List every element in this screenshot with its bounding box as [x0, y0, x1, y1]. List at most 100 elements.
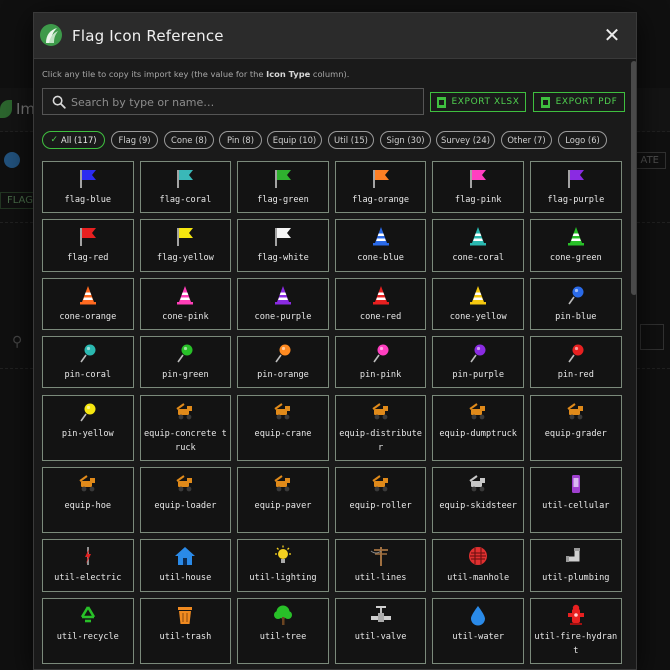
icon-tile-util-tree[interactable]: util-tree	[237, 598, 329, 664]
icon-tile-cone-orange[interactable]: cone-orange	[42, 278, 134, 330]
tree-icon	[272, 604, 294, 626]
tile-label: flag-purple	[547, 195, 605, 205]
search-field[interactable]	[42, 88, 424, 115]
icon-tile-equip-crane[interactable]: equip-crane	[237, 395, 329, 461]
icon-tile-equip-grader[interactable]: equip-grader	[530, 395, 622, 461]
tile-label: cone-blue	[357, 253, 404, 263]
icon-tile-equip-distributer[interactable]: equip-distributer	[334, 395, 427, 461]
utility-pole-icon	[370, 545, 392, 567]
pdf-icon	[540, 96, 550, 108]
hint-text-end: column).	[310, 69, 350, 79]
icon-tile-flag-pink[interactable]: flag-pink	[432, 161, 524, 213]
icon-tile-util-water[interactable]: util-water	[432, 598, 524, 664]
chip-equip[interactable]: Equip (10)	[267, 131, 322, 149]
icon-tile-cone-green[interactable]: cone-green	[530, 219, 622, 272]
icon-tile-equip-skidsteer[interactable]: equip-skidsteer	[432, 467, 524, 533]
tile-label: cone-purple	[254, 312, 312, 322]
icon-tile-util-manhole[interactable]: util-manhole	[432, 539, 524, 592]
icon-tile-cone-yellow[interactable]: cone-yellow	[432, 278, 524, 330]
flag-icon	[370, 167, 392, 189]
chip-pin[interactable]: Pin (8)	[219, 131, 262, 149]
tile-label: flag-orange	[352, 195, 410, 205]
icon-tile-flag-coral[interactable]: flag-coral	[139, 161, 232, 213]
icon-tile-pin-coral[interactable]: pin-coral	[42, 336, 134, 388]
close-icon[interactable]: ✕	[600, 23, 624, 47]
chip-logo[interactable]: Logo (6)	[558, 131, 607, 149]
icon-tile-flag-purple[interactable]: flag-purple	[530, 161, 622, 213]
chip-sign[interactable]: Sign (30)	[380, 131, 431, 149]
tile-label: util-valve	[354, 632, 407, 642]
chip-other[interactable]: Other (7)	[501, 131, 552, 149]
icon-tile-equip-dumptruck[interactable]: equip-dumptruck	[432, 395, 524, 461]
dialog-header: Flag Icon Reference ✕	[34, 13, 636, 59]
pipe-icon	[565, 545, 587, 567]
icon-tile-flag-orange[interactable]: flag-orange	[334, 161, 427, 213]
icon-tile-util-lighting[interactable]: util-lighting	[237, 539, 329, 592]
pushpin-icon	[174, 342, 196, 364]
tile-label: pin-red	[557, 370, 594, 380]
tile-label: cone-yellow	[449, 312, 507, 322]
icon-tile-flag-red[interactable]: flag-red	[42, 219, 134, 272]
dumptruck-icon	[467, 401, 489, 423]
icon-tile-util-trash[interactable]: util-trash	[139, 598, 232, 664]
chip-label: Logo (6)	[565, 135, 600, 145]
icon-tile-flag-green[interactable]: flag-green	[237, 161, 329, 213]
tile-label: pin-orange	[257, 370, 309, 380]
icon-tile-flag-blue[interactable]: flag-blue	[42, 161, 134, 213]
icon-tile-cone-coral[interactable]: cone-coral	[432, 219, 524, 272]
icon-tile-util-cellular[interactable]: util-cellular	[530, 467, 622, 533]
icon-tile-flag-white[interactable]: flag-white	[237, 219, 329, 272]
icon-tile-pin-blue[interactable]: pin-blue	[530, 278, 622, 330]
chip-survey[interactable]: Survey (24)	[436, 131, 495, 149]
tile-label: util-cellular	[542, 501, 610, 511]
cone-icon	[370, 225, 392, 247]
export-xlsx-button[interactable]: EXPORT XLSX	[430, 92, 526, 112]
icon-tile-util-fire-hydrant[interactable]: util-fire-hydrant	[530, 598, 622, 664]
icon-tile-util-valve[interactable]: util-valve	[334, 598, 427, 664]
icon-tile-cone-pink[interactable]: cone-pink	[139, 278, 232, 330]
icon-tile-pin-green[interactable]: pin-green	[139, 336, 232, 388]
icon-tile-util-house[interactable]: util-house	[139, 539, 232, 592]
tile-label: equip-hoe	[64, 501, 112, 511]
icon-tile-pin-orange[interactable]: pin-orange	[237, 336, 329, 388]
icon-tile-equip-paver[interactable]: equip-paver	[237, 467, 329, 533]
tile-label: util-manhole	[447, 573, 510, 583]
fire-hydrant-icon	[565, 604, 587, 626]
tile-label: flag-blue	[64, 195, 112, 205]
icon-tile-pin-red[interactable]: pin-red	[530, 336, 622, 388]
icon-tile-util-lines[interactable]: util-lines	[334, 539, 427, 592]
chip-util[interactable]: Util (15)	[328, 131, 374, 149]
hint-text: Click any tile to copy its import key (t…	[42, 69, 267, 79]
flag-icon	[174, 225, 196, 247]
icon-tile-equip-hoe[interactable]: equip-hoe	[42, 467, 134, 533]
search-input[interactable]	[71, 93, 411, 111]
hint-bold-text: Icon Type	[266, 69, 311, 79]
chip-flag[interactable]: Flag (9)	[111, 131, 158, 149]
cone-icon	[467, 225, 489, 247]
icon-tile-pin-purple[interactable]: pin-purple	[432, 336, 524, 388]
export-pdf-button[interactable]: EXPORT PDF	[533, 92, 625, 112]
icon-tile-util-recycle[interactable]: util-recycle	[42, 598, 134, 664]
flag-icon	[272, 167, 294, 189]
chip-cone[interactable]: Cone (8)	[164, 131, 214, 149]
icon-tile-flag-yellow[interactable]: flag-yellow	[139, 219, 232, 272]
tile-label: flag-pink	[454, 195, 502, 205]
icon-tile-equip-roller[interactable]: equip-roller	[334, 467, 427, 533]
icon-tile-cone-purple[interactable]: cone-purple	[237, 278, 329, 330]
chip-label: Cone (8)	[171, 135, 207, 145]
icon-tile-pin-yellow[interactable]: pin-yellow	[42, 395, 134, 461]
dialog-scrollbar[interactable]	[631, 61, 636, 295]
icon-tile-util-electric[interactable]: util-electric	[42, 539, 134, 592]
icon-tile-equip-concrete-truck[interactable]: equip-concrete truck	[139, 395, 232, 461]
icon-tile-cone-red[interactable]: cone-red	[334, 278, 427, 330]
tile-label: cone-red	[359, 312, 402, 322]
icon-tile-util-plumbing[interactable]: util-plumbing	[530, 539, 622, 592]
icon-tile-equip-loader[interactable]: equip-loader	[139, 467, 232, 533]
icon-tile-pin-pink[interactable]: pin-pink	[334, 336, 427, 388]
icon-tile-cone-blue[interactable]: cone-blue	[334, 219, 427, 272]
cone-icon	[272, 284, 294, 306]
paver-icon	[272, 473, 294, 495]
tile-label: cone-green	[549, 253, 602, 263]
cone-icon	[370, 284, 392, 306]
chip-all[interactable]: ✓ All (117)	[42, 131, 105, 149]
